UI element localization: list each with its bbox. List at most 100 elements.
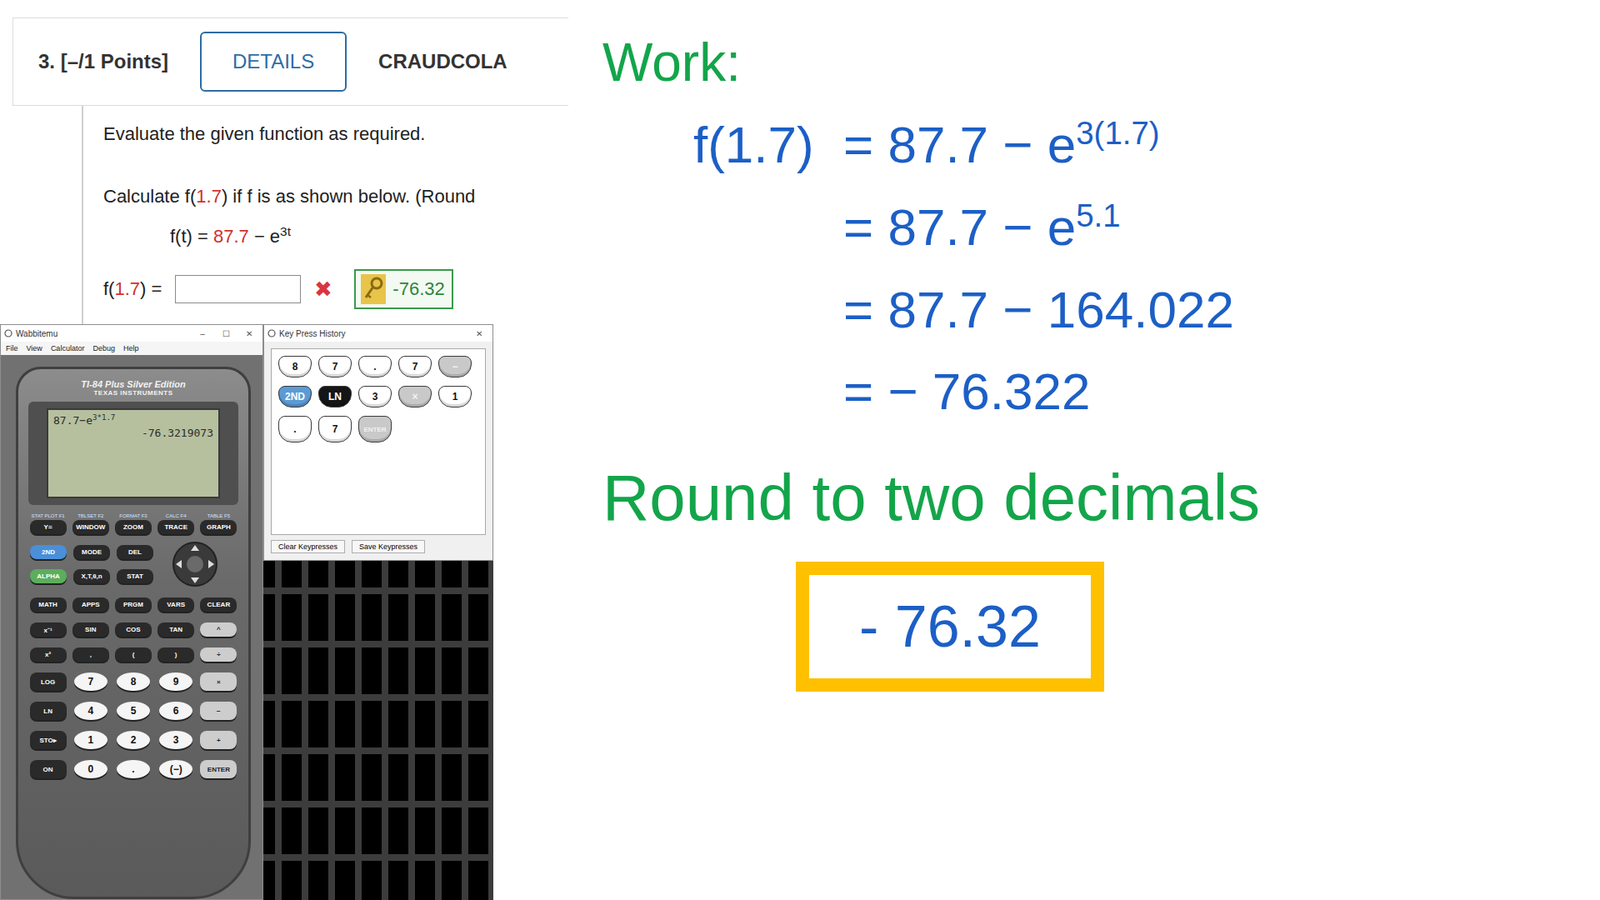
function-key[interactable]: GRAPH bbox=[200, 520, 237, 535]
calculator-key[interactable]: 0 bbox=[74, 760, 108, 779]
arrow-pad-icon[interactable] bbox=[161, 539, 229, 590]
key-history-buttons: Clear Keypresses Save Keypresses bbox=[270, 540, 486, 554]
function-key-cell: FORMAT F3ZOOM bbox=[113, 513, 153, 535]
calculator-key[interactable]: ^ bbox=[200, 622, 237, 637]
calculator-key[interactable]: LOG bbox=[30, 672, 67, 691]
calculator-key[interactable]: STO▸ bbox=[30, 730, 67, 750]
calculator-key[interactable]: + bbox=[200, 730, 237, 750]
work-math: f(1.7)= 87.7 − e3(1.7)= 87.7 − e5.1= 87.… bbox=[693, 111, 1600, 425]
emulator-title-bar: Wabbitemu–☐✕ bbox=[0, 325, 263, 342]
math-step: = 87.7 − e5.1 bbox=[843, 194, 1600, 262]
maker-name: TEXAS INSTRUMENTS bbox=[93, 389, 173, 397]
history-button[interactable]: Clear Keypresses bbox=[270, 540, 345, 554]
calculator-key[interactable]: . bbox=[116, 760, 150, 779]
calculator-key[interactable]: 5 bbox=[116, 701, 150, 720]
calculator-key[interactable]: LN bbox=[30, 701, 67, 720]
answer-label: f(1.7) = bbox=[103, 278, 162, 300]
history-key: ENTER bbox=[358, 415, 392, 443]
screen-bezel: 87.7−e3*1.7-76.3219073 bbox=[28, 401, 239, 505]
calculator-key[interactable]: MODE bbox=[73, 545, 110, 560]
menu-item[interactable]: View bbox=[26, 344, 43, 353]
window-control[interactable]: – bbox=[192, 329, 213, 339]
calculator-key[interactable]: (−) bbox=[159, 760, 193, 779]
menu-item[interactable]: Debug bbox=[92, 344, 115, 353]
history-key: 7 bbox=[318, 415, 352, 443]
function-key-cell: STAT PLOT F1Y= bbox=[28, 513, 68, 535]
function-key[interactable]: TRACE bbox=[157, 520, 195, 535]
function-key[interactable]: Y= bbox=[30, 520, 67, 535]
calculator-key[interactable]: 6 bbox=[159, 701, 193, 720]
calculator-key[interactable]: × bbox=[200, 672, 237, 691]
calculator-row: Wabbitemu–☐✕FileViewCalculatorDebugHelpT… bbox=[0, 324, 572, 900]
function-key[interactable]: WINDOW bbox=[72, 520, 110, 535]
close-button[interactable]: ✕ bbox=[469, 329, 490, 339]
calculator-key[interactable]: ÷ bbox=[200, 647, 237, 662]
keypad: MATH APPS PRGM VARS CLEAR x⁻¹ SIN COS TAN ^ x², () ÷… bbox=[28, 597, 239, 779]
calculator-key[interactable]: 4 bbox=[74, 701, 108, 720]
calculator-body: TI-84 Plus Silver EditionTEXAS INSTRUMEN… bbox=[15, 366, 251, 900]
window-control[interactable]: ☐ bbox=[215, 329, 236, 339]
app-icon bbox=[267, 329, 276, 338]
calculator-key[interactable]: 8 bbox=[116, 672, 150, 691]
calculator-key[interactable]: x² bbox=[30, 647, 67, 662]
history-key: × bbox=[398, 385, 432, 408]
function-key-cell: TBLSET F2WINDOW bbox=[70, 513, 110, 535]
window-control[interactable]: ✕ bbox=[239, 329, 260, 339]
math-step: = 87.7 − 164.022 bbox=[843, 276, 1600, 345]
answer-input[interactable] bbox=[175, 275, 301, 304]
calculator-key[interactable]: ( bbox=[115, 647, 152, 662]
calculator-key[interactable]: 1 bbox=[74, 730, 108, 750]
calculator-key[interactable]: CLEAR bbox=[200, 597, 237, 612]
key-answer: -76.32 bbox=[354, 269, 453, 310]
calculator-key[interactable]: PRGM bbox=[115, 597, 152, 612]
final-answer: - 76.32 bbox=[795, 561, 1105, 692]
function-key[interactable]: ZOOM bbox=[115, 520, 152, 535]
history-key: 3 bbox=[358, 385, 392, 408]
key-answer-value: -76.32 bbox=[392, 278, 445, 300]
calculator-key[interactable]: 2ND bbox=[30, 545, 67, 560]
work-heading: Work: bbox=[602, 33, 1600, 92]
calculator-key[interactable]: MATH bbox=[30, 597, 67, 612]
calculator-key[interactable]: 3 bbox=[159, 730, 193, 750]
calculator-key[interactable]: SIN bbox=[72, 622, 110, 637]
calculator-key[interactable]: 2 bbox=[116, 730, 150, 750]
calculator-key[interactable]: ENTER bbox=[200, 760, 237, 779]
calculator-key[interactable]: VARS bbox=[157, 597, 195, 612]
calculator-key[interactable]: ON bbox=[30, 760, 67, 779]
calculator-key[interactable]: 9 bbox=[159, 672, 193, 691]
details-button[interactable]: DETAILS bbox=[200, 31, 347, 92]
menu-item[interactable]: File bbox=[5, 344, 19, 353]
history-key: 2ND bbox=[278, 385, 312, 408]
calculator-key[interactable]: DEL bbox=[116, 545, 154, 560]
calculator-key[interactable]: X,T,θ,n bbox=[73, 569, 110, 584]
history-key: LN bbox=[318, 385, 352, 408]
calculator-key[interactable]: APPS bbox=[72, 597, 110, 612]
calculator-key[interactable]: ) bbox=[157, 647, 195, 662]
key-icon bbox=[360, 274, 386, 305]
menu-item[interactable]: Calculator bbox=[50, 344, 85, 353]
calculator-key[interactable]: 7 bbox=[74, 672, 108, 691]
function-key-caption: TABLE F5 bbox=[207, 513, 230, 519]
function-key-caption: FORMAT F3 bbox=[119, 513, 147, 519]
model-name: TI-84 Plus Silver Edition bbox=[80, 379, 185, 390]
key-history-content: 87.7−2NDLN3×1.7ENTERClear KeypressesSave… bbox=[264, 341, 493, 560]
calculator-key[interactable]: TAN bbox=[157, 622, 195, 637]
history-key: 8 bbox=[278, 355, 312, 378]
calculator-key[interactable]: COS bbox=[115, 622, 152, 637]
emulator-title: Wabbitemu bbox=[15, 329, 190, 339]
calculator-key[interactable]: x⁻¹ bbox=[30, 622, 67, 637]
calculator-key[interactable]: ALPHA bbox=[30, 569, 67, 584]
math-step: = − 76.322 bbox=[843, 358, 1600, 426]
key-history-title-bar: Key Press History✕ bbox=[264, 325, 493, 342]
question-points: 3. [–/1 Points] bbox=[38, 50, 169, 74]
rounding-note: Round to two decimals bbox=[602, 459, 1600, 538]
calculator-key[interactable]: , bbox=[72, 647, 110, 662]
calculator-key[interactable]: STAT bbox=[116, 569, 154, 584]
menu-item[interactable]: Help bbox=[123, 344, 140, 353]
calculator-key[interactable]: − bbox=[200, 701, 237, 720]
history-button[interactable]: Save Keypresses bbox=[351, 540, 425, 554]
work-panel: Work: f(1.7)= 87.7 − e3(1.7)= 87.7 − e5.1… bbox=[571, 0, 1600, 900]
emulator-menu-bar: File View Calculator Debug Help bbox=[0, 341, 263, 355]
screen-expression: 87.7−e3*1.7 bbox=[53, 413, 214, 427]
